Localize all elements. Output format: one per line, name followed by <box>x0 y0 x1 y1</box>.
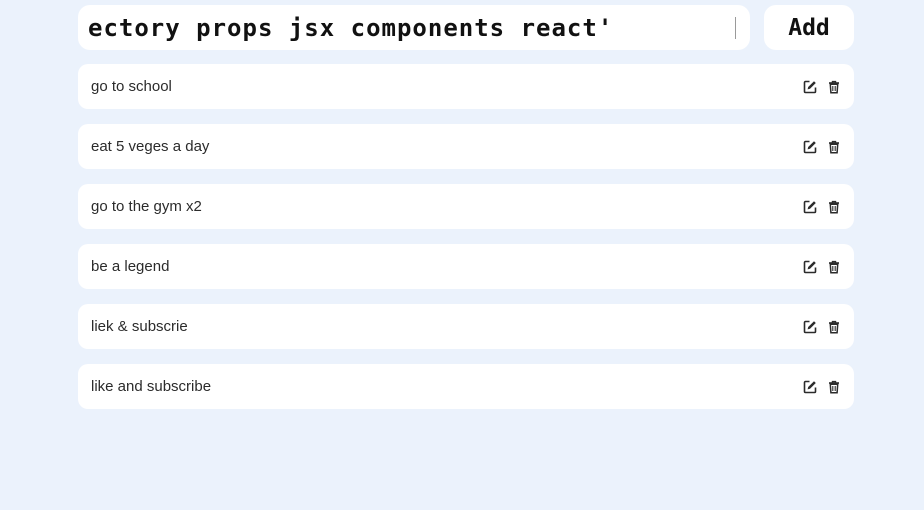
trash-icon[interactable] <box>826 199 842 215</box>
todo-text-input[interactable]: 'ectory props jsx components react <box>78 5 750 50</box>
todo-item-label: go to the gym x2 <box>91 198 202 215</box>
todo-item: eat 5 veges a day <box>78 124 854 169</box>
trash-icon[interactable] <box>826 379 842 395</box>
todo-item-actions <box>802 139 842 155</box>
todo-item-label: go to school <box>91 78 172 95</box>
edit-icon[interactable] <box>802 79 818 95</box>
trash-icon[interactable] <box>826 319 842 335</box>
todo-item-label: be a legend <box>91 258 170 275</box>
todo-item: liek & subscrie <box>78 304 854 349</box>
text-caret <box>735 16 736 39</box>
edit-icon[interactable] <box>802 319 818 335</box>
trash-icon[interactable] <box>826 259 842 275</box>
todo-input-value: 'ectory props jsx components react <box>88 13 614 42</box>
trash-icon[interactable] <box>826 139 842 155</box>
edit-icon[interactable] <box>802 259 818 275</box>
todo-item: be a legend <box>78 244 854 289</box>
todo-item-label: liek & subscrie <box>91 318 188 335</box>
todo-item-actions <box>802 319 842 335</box>
todo-item: like and subscribe <box>78 364 854 409</box>
add-button[interactable]: Add <box>764 5 854 50</box>
todo-input-row: 'ectory props jsx components react Add <box>78 5 854 50</box>
todo-item-actions <box>802 79 842 95</box>
edit-icon[interactable] <box>802 199 818 215</box>
edit-icon[interactable] <box>802 379 818 395</box>
todo-item-actions <box>802 259 842 275</box>
todo-item-actions <box>802 379 842 395</box>
todo-item-label: like and subscribe <box>91 378 212 395</box>
todo-item: go to school <box>78 64 854 109</box>
trash-icon[interactable] <box>826 79 842 95</box>
todo-app: 'ectory props jsx components react Add g… <box>78 5 854 424</box>
todo-list: go to school eat 5 veges a day go to the… <box>78 64 854 424</box>
todo-item: go to the gym x2 <box>78 184 854 229</box>
todo-item-label: eat 5 veges a day <box>91 138 210 155</box>
todo-item-actions <box>802 199 842 215</box>
edit-icon[interactable] <box>802 139 818 155</box>
